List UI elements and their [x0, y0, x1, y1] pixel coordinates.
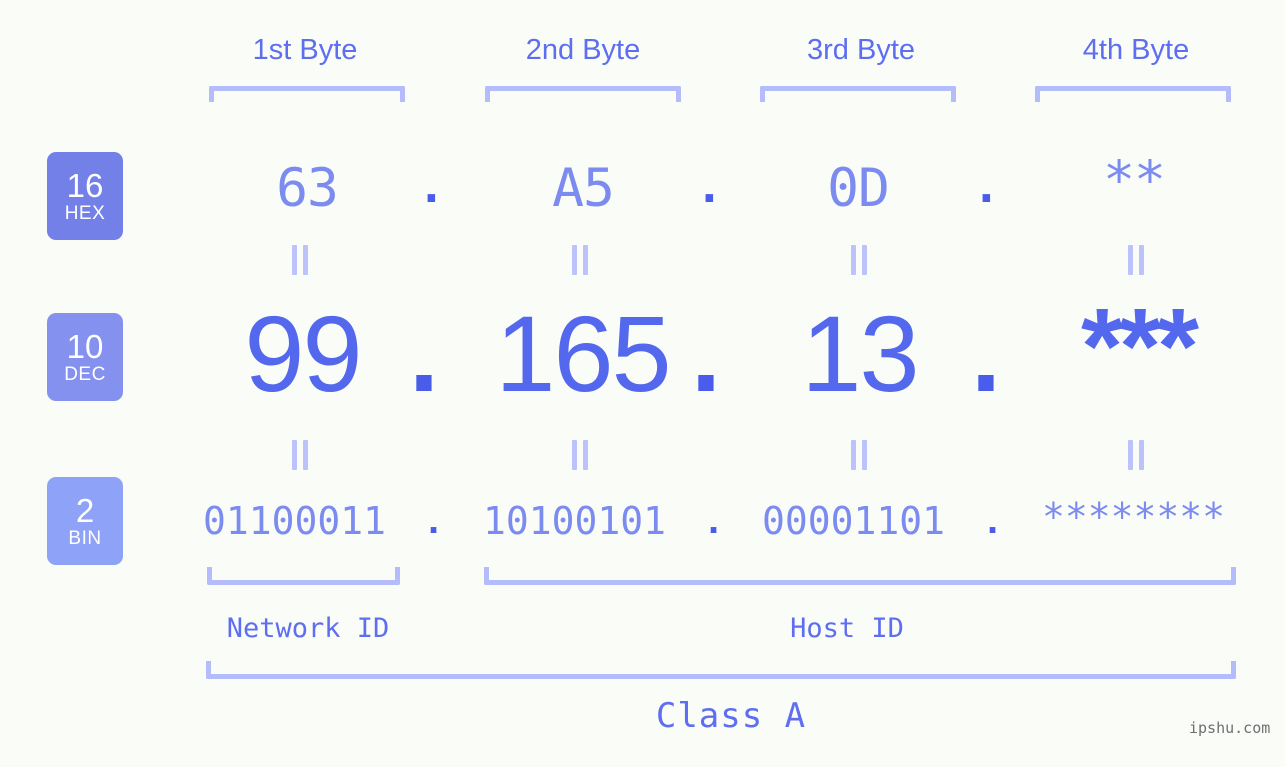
host-id-label: Host ID — [790, 613, 904, 644]
hex-separator-1: . — [424, 155, 439, 214]
equals-marker-hex-dec-3 — [851, 245, 867, 275]
base-badge-dec-name: DEC — [64, 364, 106, 385]
equals-marker-dec-bin-4 — [1128, 440, 1144, 470]
hex-octet-1: 63 — [276, 158, 339, 219]
network-id-bracket — [207, 567, 400, 585]
byte-header-label-2: 2nd Byte — [525, 34, 641, 66]
dec-octet-2: 165 — [495, 293, 671, 414]
hex-octet-3: 0D — [827, 158, 890, 219]
byte-header-label-4: 4th Byte — [1082, 34, 1190, 66]
hex-separator-2: . — [702, 155, 717, 214]
class-label: Class A — [655, 696, 807, 736]
dec-octet-4: *** — [1080, 285, 1199, 406]
byte-bracket-top-3 — [760, 86, 956, 102]
base-badge-bin-number: 2 — [75, 492, 95, 529]
base-badge-bin-name: BIN — [68, 528, 102, 549]
byte-header-label-3: 3rd Byte — [807, 34, 915, 66]
bin-octet-1: 01100011 — [203, 499, 387, 543]
byte-bracket-top-1 — [209, 86, 405, 102]
hex-octet-2: A5 — [552, 158, 615, 219]
equals-marker-dec-bin-3 — [851, 440, 867, 470]
ip-address-breakdown-diagram: 1st Byte 2nd Byte 3rd Byte 4th Byte 16 H… — [0, 0, 1285, 767]
equals-marker-dec-bin-2 — [572, 440, 588, 470]
byte-header-label-1: 1st Byte — [252, 34, 358, 66]
base-badge-hex-name: HEX — [64, 203, 106, 224]
bin-separator-1: . — [428, 498, 440, 542]
byte-bracket-top-4 — [1035, 86, 1231, 102]
base-badge-hex-number: 16 — [66, 167, 104, 204]
hex-octet-4: ** — [1103, 150, 1166, 211]
bin-octet-2: 10100101 — [483, 499, 667, 543]
base-badge-dec-number: 10 — [66, 328, 104, 365]
dec-octet-3: 13 — [801, 293, 919, 414]
bin-octet-3: 00001101 — [762, 499, 946, 543]
equals-marker-hex-dec-4 — [1128, 245, 1144, 275]
equals-marker-dec-bin-1 — [292, 440, 308, 470]
bin-separator-3: . — [987, 498, 999, 542]
base-badge-dec: 10 DEC — [47, 313, 123, 401]
base-badge-hex: 16 HEX — [47, 152, 123, 240]
dec-separator-1: . — [409, 293, 440, 414]
equals-marker-hex-dec-2 — [572, 245, 588, 275]
equals-marker-hex-dec-1 — [292, 245, 308, 275]
bin-separator-2: . — [708, 498, 720, 542]
dec-separator-3: . — [971, 293, 1002, 414]
byte-bracket-top-2 — [485, 86, 681, 102]
dec-separator-2: . — [691, 293, 722, 414]
network-id-label: Network ID — [226, 613, 390, 644]
class-bracket — [206, 661, 1236, 679]
watermark: ipshu.com — [1189, 719, 1271, 737]
bin-octet-4: ******** — [1042, 495, 1226, 539]
host-id-bracket — [484, 567, 1236, 585]
dec-octet-1: 99 — [244, 293, 362, 414]
base-badge-bin: 2 BIN — [47, 477, 123, 565]
hex-separator-3: . — [979, 155, 994, 214]
